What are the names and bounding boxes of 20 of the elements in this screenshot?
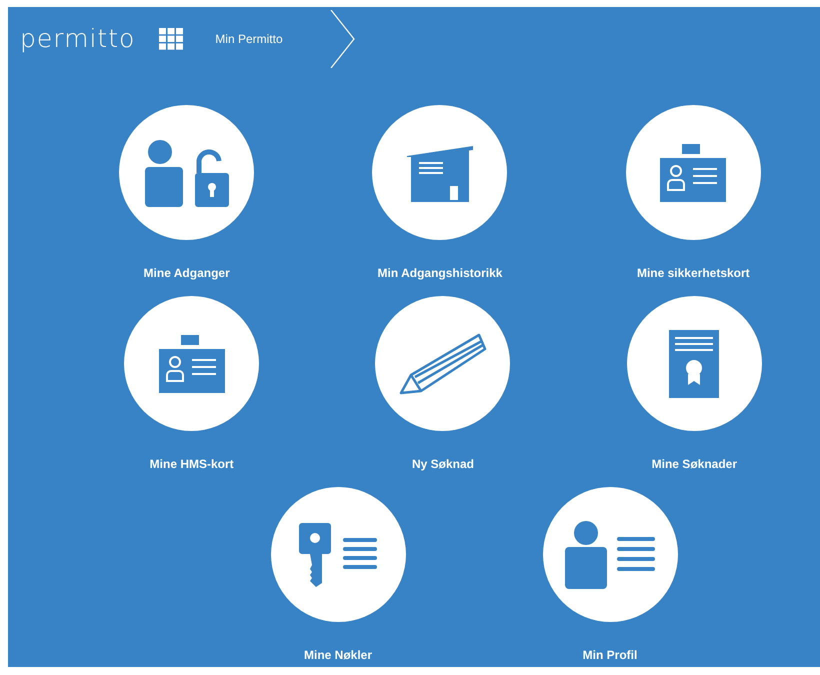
id-badge-icon — [158, 334, 225, 392]
menu-tile[interactable]: Mine Nøkler — [202, 487, 474, 662]
person-list-icon — [565, 520, 655, 588]
certificate-icon — [669, 330, 720, 398]
id-badge-icon — [660, 144, 726, 202]
pencil-icon — [398, 332, 487, 394]
menu-tile[interactable]: Min Adgangshistorikk — [313, 105, 567, 280]
menu-tile[interactable]: Mine sikkerhetskort — [566, 105, 820, 280]
logo[interactable]: permitto — [20, 24, 136, 53]
menu-tile[interactable]: Mine Adganger — [60, 105, 314, 280]
person-padlock-icon — [144, 138, 229, 206]
menu-tile[interactable]: Min Profil — [474, 487, 746, 662]
app-grid-icon[interactable] — [159, 28, 184, 50]
building-icon — [406, 144, 474, 202]
breadcrumb-link[interactable]: Min Permitto — [215, 32, 330, 46]
menu-tile[interactable]: Ny Søknad — [317, 296, 569, 471]
breadcrumb-separator-icon — [330, 10, 356, 68]
key-list-icon — [299, 522, 377, 586]
menu-tile[interactable]: Mine Søknader — [568, 296, 820, 471]
menu-tile[interactable]: Mine HMS-kort — [66, 296, 318, 471]
